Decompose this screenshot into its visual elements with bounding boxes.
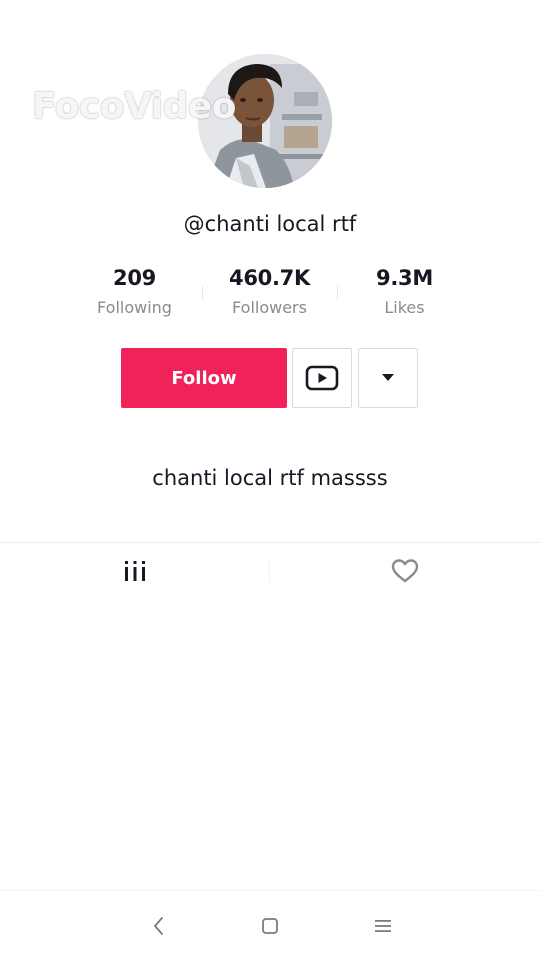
back-icon (154, 917, 163, 935)
nav-home-button[interactable] (240, 891, 300, 960)
tab-liked[interactable] (270, 543, 540, 599)
profile-stats: 209 Following 460.7K Followers 9.3M Like… (0, 266, 540, 326)
stat-followers[interactable]: 460.7K Followers (202, 266, 337, 317)
likes-count: 9.3M (376, 266, 433, 290)
home-icon (262, 918, 278, 934)
youtube-button[interactable] (292, 348, 352, 408)
follow-button[interactable]: Follow (121, 348, 287, 408)
likes-label: Likes (384, 298, 425, 317)
videos-grid-icon (125, 561, 145, 581)
heart-icon (391, 559, 419, 583)
followers-label: Followers (232, 298, 307, 317)
more-options-button[interactable] (358, 348, 418, 408)
following-count: 209 (113, 266, 156, 290)
watermark: FocoVideo (32, 86, 236, 127)
tab-videos[interactable] (0, 543, 270, 599)
profile-username: @chanti local rtf (183, 212, 357, 236)
stat-following[interactable]: 209 Following (67, 266, 202, 317)
nav-back-button[interactable] (129, 891, 189, 960)
dropdown-triangle-icon (382, 374, 394, 381)
system-navbar (0, 890, 540, 960)
following-label: Following (97, 298, 172, 317)
nav-menu-button[interactable] (353, 891, 413, 960)
followers-count: 460.7K (229, 266, 310, 290)
profile-tabs (0, 542, 540, 598)
menu-icon (375, 920, 391, 932)
stat-likes[interactable]: 9.3M Likes (337, 266, 472, 317)
profile-bio: chanti local rtf massss (152, 466, 388, 490)
youtube-icon (305, 365, 339, 391)
